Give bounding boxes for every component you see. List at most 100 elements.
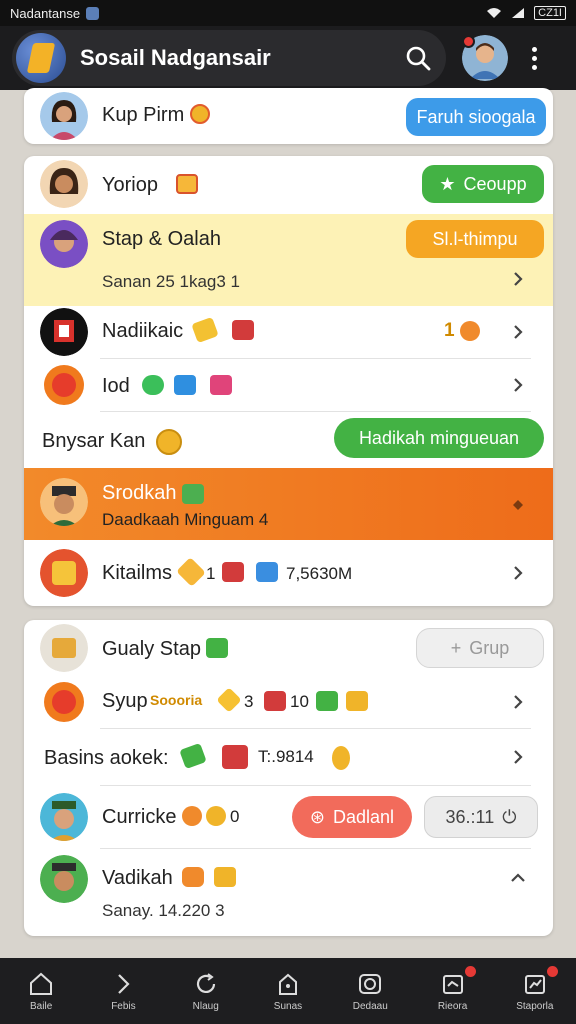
notification-badge: [462, 35, 475, 48]
profile-button[interactable]: [462, 35, 508, 81]
nav-item-rieora[interactable]: Rieora: [411, 958, 493, 1024]
hadikah-button[interactable]: Hadikah mingueuan: [334, 418, 544, 458]
search-button[interactable]: [398, 38, 438, 78]
item-label: Nadiikaic: [102, 320, 184, 342]
runner-icon: [316, 691, 338, 711]
house-icon: [278, 973, 297, 995]
card-main: Yoriop ★ Ceoupp Stap & Oalah Sanan 25 1k…: [24, 156, 553, 606]
list-item-gualy[interactable]: Gualy Stap + Grup: [24, 620, 553, 676]
box-icon: [222, 562, 244, 582]
chevron-right-icon[interactable]: [511, 566, 525, 580]
item-value: T:.9814: [258, 747, 314, 766]
list-item-yoriop[interactable]: Yoriop ★ Ceoupp: [24, 156, 553, 214]
item-count: 0: [230, 807, 240, 826]
ticket-icon: [214, 867, 236, 887]
check-icon: [206, 638, 228, 658]
plus-icon: +: [450, 637, 462, 658]
timer-icon: ⏻: [502, 806, 517, 827]
button-label: Dadlanl: [333, 806, 395, 827]
bottom-nav: Baile Febis Nlaug Sunas Dedaau Rieora St…: [0, 958, 576, 1024]
list-item-syup[interactable]: Syup Soooria 3 10: [24, 676, 553, 728]
faruh-button[interactable]: Faruh sioogala: [406, 98, 546, 136]
list-item-stap-highlight[interactable]: Stap & Oalah Sanan 25 1kag3 1 Sl.l-thimp…: [24, 214, 553, 306]
nav-item-dedaau[interactable]: Dedaau: [329, 958, 411, 1024]
ceoupp-button[interactable]: ★ Ceoupp: [422, 165, 544, 203]
item-label: Gualy Stap: [102, 638, 201, 660]
avatar: [40, 92, 88, 140]
nav-label: Staporla: [516, 1000, 554, 1012]
chevron-right-icon[interactable]: [511, 272, 525, 286]
list-item-kup[interactable]: Kup Pirm Faruh sioogala: [24, 88, 553, 144]
app-logo-icon[interactable]: [16, 33, 66, 83]
nav-item-nlaug[interactable]: Nlaug: [165, 958, 247, 1024]
item-label: Iod: [102, 375, 130, 397]
item-label: Vadikah: [102, 867, 173, 889]
arrow-up-icon: [179, 742, 207, 770]
button-label: Ceoupp: [463, 173, 527, 194]
button-label: Sl.l-thimpu: [432, 228, 518, 249]
item-value: 10: [290, 692, 309, 711]
avatar: [40, 220, 88, 268]
star-icon: [216, 687, 242, 713]
nav-label: Nlaug: [192, 1000, 219, 1012]
heart-icon: [210, 375, 232, 395]
clock-icon: ⊛: [309, 806, 326, 827]
grup-button[interactable]: + Grup: [416, 628, 544, 668]
item-label: Kup Pirm: [102, 104, 185, 126]
coin-icon: [460, 321, 480, 341]
item-label: Bnysar Kan: [42, 430, 146, 452]
list-item-basins[interactable]: Basins aokek: T:.9814: [24, 729, 553, 785]
gear-coin-icon: [156, 429, 182, 455]
nav-item-sunas[interactable]: Sunas: [247, 958, 329, 1024]
app-bar-pill: Sosail Nadgansair: [12, 30, 446, 86]
item-value: 1: [206, 564, 216, 583]
app-bar: Sosail Nadgansair: [0, 26, 576, 90]
signal-icon: [512, 8, 525, 18]
nav-item-baile[interactable]: Baile: [0, 958, 82, 1024]
nav-item-febis[interactable]: Febis: [82, 958, 164, 1024]
avatar: [40, 308, 88, 356]
box-icon: [232, 320, 254, 340]
leaf-icon: [142, 375, 164, 395]
wifi-icon: [487, 8, 502, 18]
diamond-icon[interactable]: [511, 498, 525, 512]
list-item-nadiikaic[interactable]: Nadiikaic 1: [24, 306, 553, 358]
box-icon: [222, 745, 248, 769]
list-item-bnysar[interactable]: Bnysar Kan Hadikah mingueuan: [24, 412, 553, 468]
chevron-right-icon[interactable]: [511, 750, 525, 764]
button-label: Grup: [469, 637, 510, 658]
item-subtitle: Sanay. 14.220 3: [102, 901, 225, 920]
app-notification-icon: [86, 6, 100, 20]
list-item-kitailms[interactable]: Kitailms 1 7,5630M: [24, 540, 553, 606]
card-icon: [174, 375, 196, 395]
chevron-up-icon[interactable]: [511, 871, 525, 885]
star-icon: ★: [439, 173, 456, 194]
avatar: [40, 160, 88, 208]
nav-label: Sunas: [273, 1000, 303, 1012]
thimpu-button[interactable]: Sl.l-thimpu: [406, 220, 544, 258]
nav-item-staporla[interactable]: Staporla: [494, 958, 576, 1024]
trophy-icon: [442, 974, 463, 994]
item-label: Basins aokek:: [44, 747, 169, 769]
list-item-vadikah[interactable]: Vadikah Sanay. 14.220 3: [24, 849, 553, 936]
chevron-right-icon[interactable]: [511, 325, 525, 339]
notification-badge: [546, 966, 558, 977]
list-item-srodkah-highlight[interactable]: Srodkah Daadkaah Minguam 4: [24, 468, 553, 540]
dadlanl-button[interactable]: ⊛ Dadlanl: [292, 796, 412, 838]
search-icon: [406, 46, 431, 71]
chevron-right-icon[interactable]: [511, 378, 525, 392]
item-label: Yoriop: [102, 174, 158, 196]
list-item-curricke[interactable]: Curricke 0 ⊛ Dadlanl 36.:11 ⏻: [24, 786, 553, 848]
gift-icon: [176, 174, 198, 194]
coin-icon: [332, 746, 350, 770]
list-item-iod[interactable]: Iod: [24, 359, 553, 411]
star-icon: [176, 557, 206, 587]
chevron-right-icon[interactable]: [511, 695, 525, 709]
item-label: Srodkah: [102, 482, 177, 504]
avatar: [40, 549, 88, 597]
notification-badge: [464, 966, 476, 977]
timer-button[interactable]: 36.:11 ⏻: [424, 796, 538, 838]
home-icon: [30, 972, 53, 995]
item-value: 3: [244, 692, 254, 711]
more-options-button[interactable]: [524, 38, 544, 78]
